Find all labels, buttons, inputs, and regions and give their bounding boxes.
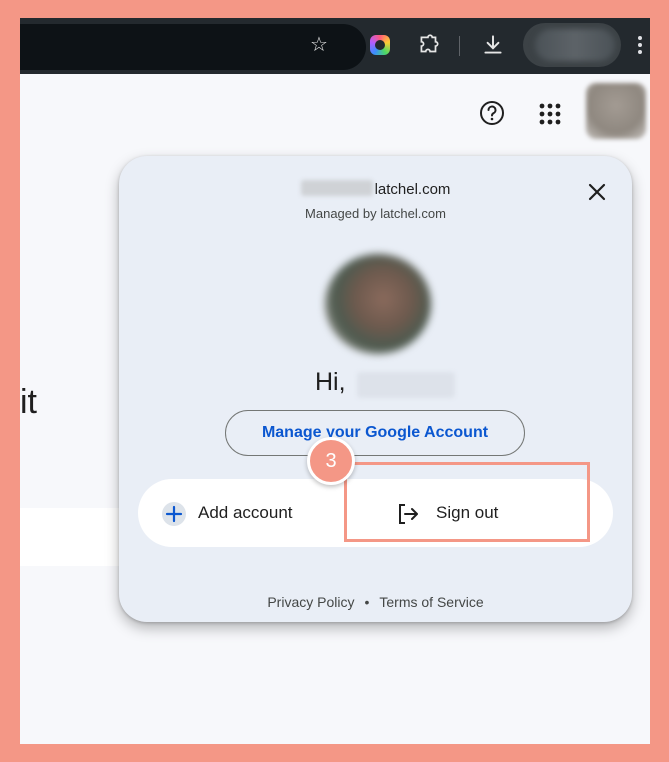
- close-icon[interactable]: [581, 176, 613, 208]
- add-account-label: Add account: [198, 503, 293, 522]
- puzzle-icon[interactable]: [416, 32, 442, 58]
- account-email: latchel.com: [119, 180, 632, 198]
- privacy-policy-link[interactable]: Privacy Policy: [267, 594, 354, 610]
- step-badge: 3: [307, 437, 355, 485]
- profile-chip[interactable]: [523, 23, 621, 67]
- greeting-text: Hi,: [315, 368, 346, 396]
- star-icon[interactable]: ☆: [307, 33, 331, 57]
- terms-of-service-link[interactable]: Terms of Service: [379, 594, 483, 610]
- email-redacted: [300, 180, 373, 196]
- user-name-redacted: [357, 372, 455, 398]
- account-panel: latchel.com Managed by latchel.com Hi, M…: [119, 156, 632, 622]
- download-icon[interactable]: [480, 32, 506, 58]
- account-avatar-button[interactable]: [586, 83, 646, 139]
- extension-colorful-icon[interactable]: [370, 35, 390, 55]
- separator-dot: •: [364, 594, 370, 610]
- profile-photo[interactable]: [325, 254, 431, 354]
- toolbar-divider: [459, 36, 460, 56]
- add-account-button[interactable]: Add account: [138, 479, 378, 547]
- apps-grid-icon[interactable]: [538, 102, 562, 126]
- highlight-box: [344, 462, 590, 542]
- page-heading-fragment: it: [20, 383, 37, 421]
- managed-by-text: Managed by latchel.com: [305, 206, 446, 221]
- help-icon[interactable]: [479, 100, 505, 126]
- plus-icon: [162, 502, 186, 526]
- browser-window: ☆ it latchel.com Managed by latchel.com …: [20, 18, 650, 744]
- browser-toolbar: ☆: [20, 18, 650, 74]
- manage-account-button[interactable]: Manage your Google Account: [225, 410, 525, 456]
- kebab-menu-icon[interactable]: [634, 32, 646, 58]
- footer-links: Privacy Policy • Terms of Service: [119, 594, 632, 610]
